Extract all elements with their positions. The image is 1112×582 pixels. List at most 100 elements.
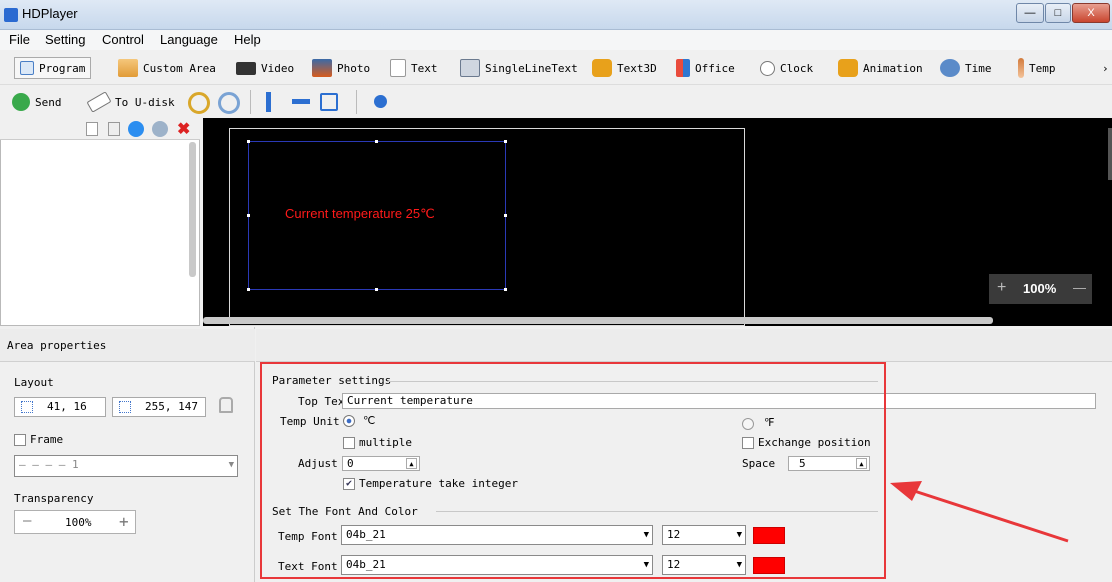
frame-style-select[interactable]: — — — — 1 ▼ bbox=[14, 455, 238, 477]
single-line-text-button[interactable]: SingleLineText bbox=[460, 57, 578, 79]
arrow-shaft bbox=[901, 485, 1069, 543]
move-icon[interactable] bbox=[320, 93, 338, 111]
action-toolbar: Send To U-disk bbox=[0, 86, 1112, 118]
menu-language[interactable]: Language bbox=[160, 32, 218, 47]
layout-label: Layout bbox=[14, 376, 54, 389]
zoom-in-icon[interactable] bbox=[188, 92, 210, 114]
temp-button[interactable]: Temp bbox=[1018, 57, 1056, 79]
menu-file[interactable]: File bbox=[9, 32, 30, 47]
canvas-scrollbar[interactable] bbox=[203, 317, 993, 324]
resize-handle[interactable] bbox=[247, 214, 250, 217]
position-icon bbox=[21, 401, 33, 413]
transparency-minus-button[interactable]: — bbox=[23, 513, 31, 529]
zoom-control: + 100% — bbox=[989, 274, 1092, 304]
resize-handle[interactable] bbox=[247, 140, 250, 143]
resize-handle[interactable] bbox=[504, 214, 507, 217]
usb-icon bbox=[86, 91, 112, 113]
play-icon[interactable] bbox=[374, 95, 387, 108]
transparency-stepper[interactable]: — 100% + bbox=[14, 510, 136, 534]
app-icon bbox=[4, 8, 18, 22]
close-button[interactable]: X bbox=[1072, 3, 1110, 23]
temp-icon bbox=[1018, 58, 1024, 78]
custom-area-label: Custom Area bbox=[143, 61, 216, 75]
toolbar-divider bbox=[356, 90, 357, 114]
video-button[interactable]: Video bbox=[236, 57, 294, 79]
toolbar-more-button[interactable]: › bbox=[1102, 57, 1109, 79]
clock-button[interactable]: Clock bbox=[760, 57, 813, 79]
menu-help[interactable]: Help bbox=[234, 32, 261, 47]
temperature-preview-text: Current temperature 25℃ bbox=[285, 206, 435, 221]
send-label: Send bbox=[35, 95, 62, 109]
animation-button[interactable]: Animation bbox=[838, 57, 923, 79]
zoom-out-button[interactable]: — bbox=[1073, 280, 1086, 295]
single-line-text-icon bbox=[460, 59, 480, 77]
text3d-button[interactable]: Text3D bbox=[592, 57, 657, 79]
transparency-plus-button[interactable]: + bbox=[119, 512, 129, 531]
size-icon bbox=[119, 401, 131, 413]
resize-handle[interactable] bbox=[504, 288, 507, 291]
time-icon bbox=[940, 59, 960, 77]
tree-scrollbar[interactable] bbox=[189, 142, 196, 277]
program-button[interactable]: Program bbox=[14, 57, 92, 79]
clock-icon bbox=[760, 60, 775, 76]
highlight-box bbox=[260, 362, 886, 579]
to-u-disk-button[interactable]: To U-disk bbox=[86, 91, 175, 113]
maximize-button[interactable]: □ bbox=[1045, 3, 1071, 23]
single-line-text-label: SingleLineText bbox=[485, 61, 578, 75]
photo-button[interactable]: Photo bbox=[312, 57, 370, 79]
zoom-in-button[interactable]: + bbox=[997, 279, 1006, 297]
resize-handle[interactable] bbox=[247, 288, 250, 291]
size-field[interactable]: 255, 147 bbox=[112, 397, 206, 417]
move-down-icon[interactable] bbox=[152, 121, 168, 137]
preview-canvas[interactable]: Current temperature 25℃ + 100% — bbox=[203, 118, 1112, 326]
tree-toolbar: ✖ bbox=[0, 118, 200, 140]
send-icon bbox=[12, 93, 30, 111]
program-tree bbox=[0, 118, 200, 326]
send-button[interactable]: Send bbox=[12, 91, 62, 113]
lock-icon[interactable] bbox=[219, 397, 233, 413]
program-label: Program bbox=[39, 61, 86, 75]
photo-icon bbox=[312, 59, 332, 77]
minimize-button[interactable]: — bbox=[1016, 3, 1044, 23]
parameter-panel-header bbox=[256, 329, 1112, 362]
office-button[interactable]: Office bbox=[676, 57, 735, 79]
copy-icon[interactable] bbox=[86, 122, 98, 136]
menu-control[interactable]: Control bbox=[102, 32, 144, 47]
position-field[interactable]: 41, 16 bbox=[14, 397, 106, 417]
time-button[interactable]: Time bbox=[940, 57, 992, 79]
annotation-arrow bbox=[890, 481, 1069, 543]
zoom-out-icon[interactable] bbox=[218, 92, 240, 114]
frame-checkbox[interactable] bbox=[14, 434, 26, 446]
title-bar: HDPlayer — □ X bbox=[0, 0, 1112, 30]
selected-area[interactable]: Current temperature 25℃ bbox=[248, 141, 506, 290]
program-icon bbox=[20, 61, 34, 75]
text-button[interactable]: Text bbox=[390, 57, 438, 79]
video-label: Video bbox=[261, 61, 295, 75]
resize-handle[interactable] bbox=[375, 288, 378, 291]
temp-label: Temp bbox=[1029, 61, 1056, 75]
custom-area-button[interactable]: Custom Area bbox=[118, 57, 216, 79]
move-up-icon[interactable] bbox=[128, 121, 144, 137]
photo-label: Photo bbox=[337, 61, 371, 75]
more-chevron-icon: › bbox=[1102, 61, 1109, 75]
window-title: HDPlayer bbox=[22, 6, 78, 21]
horizontal-align-icon[interactable] bbox=[292, 99, 310, 104]
vertical-align-icon[interactable] bbox=[266, 92, 271, 112]
menu-bar: File Setting Control Language Help bbox=[0, 30, 1112, 50]
menu-setting[interactable]: Setting bbox=[45, 32, 85, 47]
transparency-label: Transparency bbox=[14, 492, 94, 505]
chevron-down-icon: ▼ bbox=[228, 460, 234, 470]
frame-checkbox-row[interactable]: Frame bbox=[14, 433, 63, 446]
size-value: 255, 147 bbox=[145, 400, 198, 413]
office-icon bbox=[676, 59, 690, 77]
resize-handle[interactable] bbox=[504, 140, 507, 143]
video-icon bbox=[236, 61, 256, 75]
usb-label: To U-disk bbox=[115, 95, 175, 109]
office-label: Office bbox=[695, 61, 735, 75]
paste-icon[interactable] bbox=[108, 122, 120, 136]
zoom-level: 100% bbox=[1023, 281, 1057, 296]
canvas-vscrollbar[interactable] bbox=[1108, 128, 1112, 180]
resize-handle[interactable] bbox=[375, 140, 378, 143]
delete-icon[interactable]: ✖ bbox=[177, 119, 190, 139]
toolbar-divider bbox=[250, 90, 251, 114]
